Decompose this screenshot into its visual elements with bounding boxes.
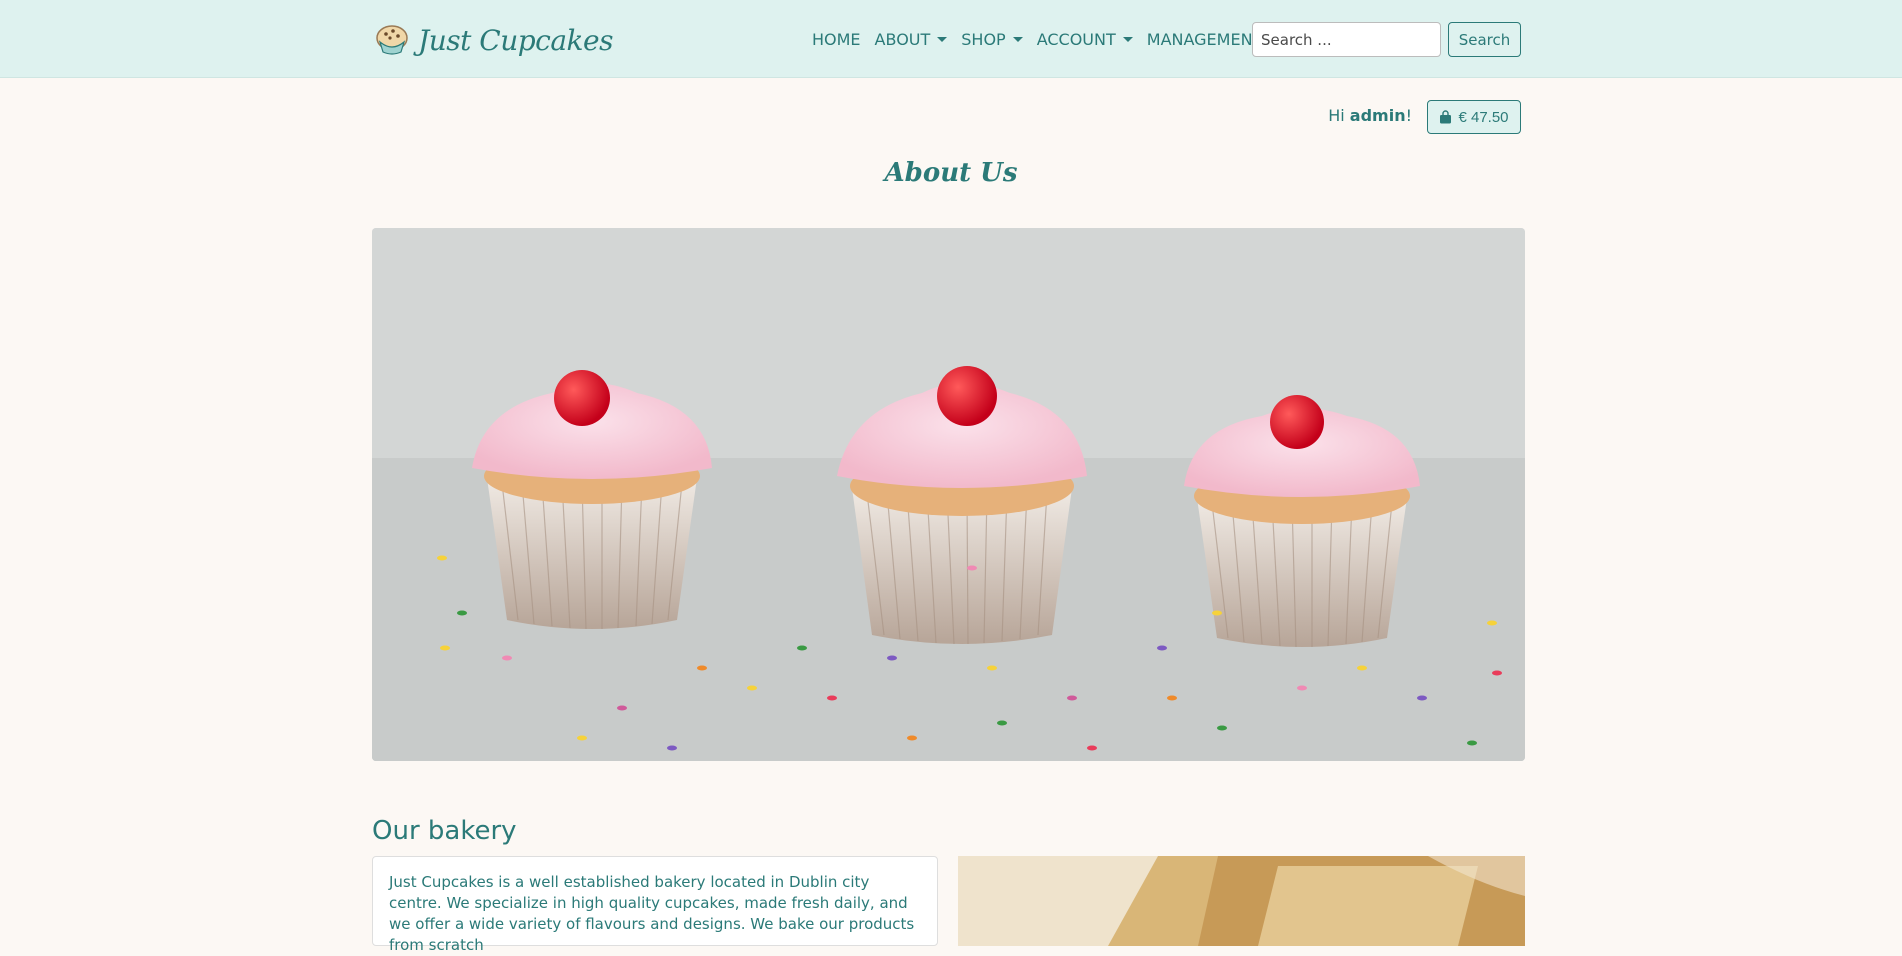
nav-shop-dropdown[interactable]: SHOP xyxy=(954,30,1029,49)
caret-down-icon xyxy=(1122,36,1133,42)
section-title: Our bakery xyxy=(372,816,517,846)
user-greeting: Hi admin! xyxy=(1328,106,1412,125)
nav-account-label: ACCOUNT xyxy=(1036,29,1116,49)
navbar: Just Cupcakes HOME ABOUT SHOP ACCOUNT MA… xyxy=(0,0,1902,78)
cart-total: € 47.50 xyxy=(1458,108,1509,126)
nav-account-dropdown[interactable]: ACCOUNT xyxy=(1030,30,1140,49)
cupcakes-photo xyxy=(372,228,1525,761)
nav-about-label: ABOUT xyxy=(874,29,931,49)
search-button[interactable]: Search xyxy=(1448,22,1521,57)
cart-button[interactable]: € 47.50 xyxy=(1427,100,1521,134)
nav-management-label: MANAGEMENT xyxy=(1146,29,1263,49)
brand-link[interactable]: Just Cupcakes xyxy=(374,20,613,60)
cupcake-logo-icon xyxy=(376,25,408,55)
search-input[interactable] xyxy=(1252,22,1441,57)
nav-menu: HOME ABOUT SHOP ACCOUNT MANAGEMENT xyxy=(804,0,1269,78)
shopping-bag-icon xyxy=(1440,110,1452,124)
hero-cupcakes-image xyxy=(372,228,1525,761)
greeting-prefix: Hi xyxy=(1328,106,1350,125)
brand-name: Just Cupcakes xyxy=(418,23,613,57)
bakery-image xyxy=(958,856,1525,946)
page-title: About Us xyxy=(884,158,1018,188)
bakery-photo xyxy=(958,856,1525,946)
username: admin xyxy=(1349,106,1406,125)
caret-down-icon xyxy=(1012,36,1023,42)
nav-shop-label: SHOP xyxy=(961,29,1006,49)
nav-management[interactable]: MANAGEMENT xyxy=(1140,30,1270,49)
bakery-description: Just Cupcakes is a well established bake… xyxy=(389,873,915,954)
caret-down-icon xyxy=(937,36,948,42)
greeting-suffix: ! xyxy=(1405,106,1412,125)
nav-about-dropdown[interactable]: ABOUT xyxy=(868,30,955,49)
nav-home-label: HOME xyxy=(812,29,861,49)
bakery-description-card: Just Cupcakes is a well established bake… xyxy=(372,856,938,954)
nav-home[interactable]: HOME xyxy=(804,30,868,49)
